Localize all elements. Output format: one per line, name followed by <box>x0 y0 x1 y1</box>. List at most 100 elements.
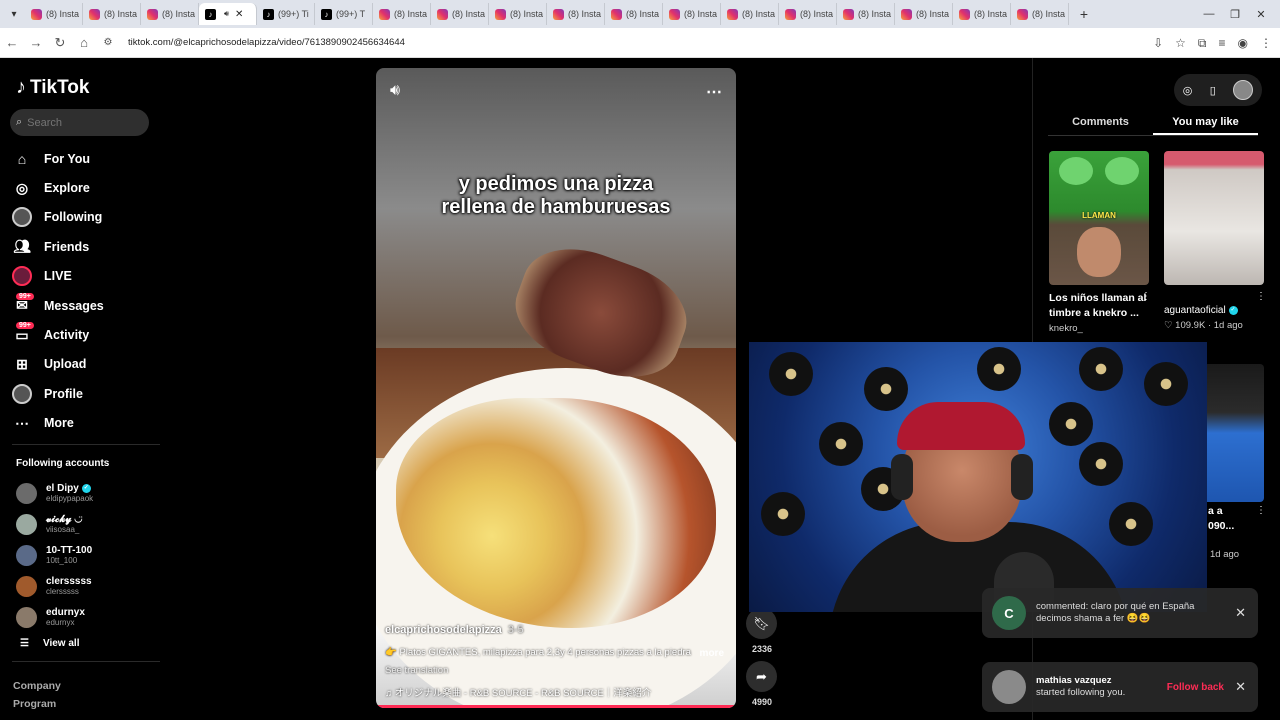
sidebar-item-messages[interactable]: ✉ 99+ Messages <box>12 291 162 320</box>
footer-link-program[interactable]: Program <box>13 698 56 710</box>
browser-tab[interactable]: (8) Insta <box>83 3 141 25</box>
follow-back-button[interactable]: Follow back <box>1167 682 1224 693</box>
card-more-icon[interactable]: ⋮ <box>1141 291 1151 302</box>
following-account-item[interactable]: 10-TT-100 10tt_100 <box>16 540 156 571</box>
browser-tab[interactable]: (8) Insta <box>25 3 83 25</box>
following-account-item[interactable]: 𝓿𝓲𝓬𝓴𝔂 ◡̈ viisosaa_ <box>16 509 156 540</box>
account-handle: edurnyx <box>46 618 75 627</box>
url-field[interactable]: tiktok.com/@elcaprichosodelapizza/video/… <box>128 37 405 48</box>
install-app-icon[interactable]: ⇩ <box>1153 36 1163 50</box>
restore-button[interactable]: ❐ <box>1222 8 1248 21</box>
card-author[interactable]: aguantaoficial ✓ <box>1164 305 1238 316</box>
volume-icon[interactable]: 🔊︎ <box>390 82 400 100</box>
device-icon[interactable]: ▯ <box>1210 84 1216 97</box>
explore-icon[interactable]: ◎ <box>1183 84 1193 97</box>
card-title-line-1[interactable]: Los niños llaman al <box>1049 291 1146 306</box>
bookmark-action[interactable]: 🔖︎ 2336 <box>746 608 778 654</box>
browser-tab[interactable]: (8) Insta <box>837 3 895 25</box>
browser-tab[interactable]: (8) Insta <box>721 3 779 25</box>
comment-notification[interactable]: C commented: claro por qué en España dec… <box>982 588 1258 638</box>
user-avatar[interactable] <box>1233 80 1254 100</box>
sidebar-item-following[interactable]: Following <box>12 203 162 232</box>
site-info-icon[interactable]: ⚙ <box>96 37 120 48</box>
following-account-item[interactable]: clersssss clersssss <box>16 571 156 602</box>
tab-comments[interactable]: Comments <box>1048 112 1153 135</box>
video-progress-bar[interactable] <box>376 705 736 708</box>
tab-search-dropdown[interactable]: ▾ <box>3 3 25 25</box>
browser-tab[interactable]: (8) Insta <box>547 3 605 25</box>
browser-tab[interactable]: (8) Insta <box>953 3 1011 25</box>
instagram-favicon-icon <box>611 8 622 20</box>
new-tab-button[interactable]: + <box>1073 6 1095 22</box>
tab-list-icon[interactable]: ≡ <box>1219 36 1226 50</box>
browser-tab[interactable]: (8) Insta <box>605 3 663 25</box>
tab-label: (8) Insta <box>800 9 834 19</box>
music-link[interactable]: ♫ オリジナル楽曲 - R&B SOURCE - R&B SOURCE｜洋楽紹介 <box>385 685 651 699</box>
browser-tab[interactable]: ♪ (99+) Ti <box>257 3 315 25</box>
card-title-partial[interactable]: 090... <box>1208 519 1234 534</box>
browser-tab[interactable]: (8) Insta <box>779 3 837 25</box>
see-translation-link[interactable]: See translation <box>385 665 448 676</box>
follow-notification[interactable]: mathias vazquez started following you. F… <box>982 662 1258 712</box>
bookmark-star-icon[interactable]: ☆ <box>1175 36 1186 50</box>
share-icon[interactable]: ➦ <box>746 661 777 692</box>
close-window-button[interactable]: ✕ <box>1248 8 1274 21</box>
close-notification-icon[interactable]: ✕ <box>1235 679 1246 695</box>
sidebar-item-more[interactable]: ⋯ More <box>12 409 162 438</box>
sidebar-item-profile[interactable]: Profile <box>12 379 162 408</box>
view-all-button[interactable]: ☰ View all <box>20 638 79 649</box>
search-input[interactable] <box>27 116 133 129</box>
footer-link-company[interactable]: Company <box>13 680 61 692</box>
search-box[interactable]: ⌕ <box>10 109 149 136</box>
card-more-icon[interactable]: ⋮ <box>1256 505 1266 516</box>
notification-badge: 99+ <box>16 322 34 330</box>
extensions-icon[interactable]: ⧉ <box>1198 36 1207 51</box>
browser-tab[interactable]: (8) Insta <box>1011 3 1069 25</box>
back-button[interactable]: ← <box>0 35 24 50</box>
verified-icon: ✓ <box>81 483 91 493</box>
reload-button[interactable]: ↻ <box>48 35 72 51</box>
browser-tab[interactable]: (8) Insta <box>895 3 953 25</box>
tab-you-may-like[interactable]: You may like <box>1153 112 1258 135</box>
card-title-line-2[interactable]: timbre a knekro ... <box>1049 306 1139 321</box>
sidebar-item-activity[interactable]: ▭ 99+ Activity <box>12 320 162 349</box>
browser-tab[interactable]: (8) Insta <box>431 3 489 25</box>
sidebar-item-friends[interactable]: 👥︎ Friends <box>12 232 162 261</box>
suggested-video-thumbnail[interactable]: LLAMAN <box>1049 151 1149 285</box>
video-player[interactable]: 🔊︎ ⋯ y pedimos una pizza rellena de hamb… <box>376 68 736 708</box>
tiktok-logo[interactable]: ♪ TikTok <box>16 76 89 99</box>
video-author[interactable]: elcaprichosodelapizza 3-5 <box>385 624 524 636</box>
home-button[interactable]: ⌂ <box>72 35 96 50</box>
forward-button[interactable]: → <box>24 35 48 50</box>
browser-tab[interactable]: ♪ 🔊︎ ✕ <box>199 3 257 25</box>
following-account-item[interactable]: el Dipy ✓ eldipypapaok <box>16 478 156 509</box>
card-title-partial[interactable]: a a <box>1208 504 1223 519</box>
account-text: el Dipy ✓ eldipypapaok <box>46 483 93 504</box>
author-name: elcaprichosodelapizza <box>385 624 502 636</box>
more-options-icon[interactable]: ⋯ <box>706 82 722 102</box>
sidebar-item-explore[interactable]: ◎ Explore <box>12 173 162 202</box>
browser-tab[interactable]: (8) Insta <box>663 3 721 25</box>
tab-label: (8) Insta <box>742 9 776 19</box>
card-author[interactable]: knekro_ <box>1049 323 1083 334</box>
browser-tab[interactable]: (8) Insta <box>489 3 547 25</box>
browser-tab[interactable]: (8) Insta <box>141 3 199 25</box>
sidebar-item-upload[interactable]: ⊞ Upload <box>12 350 162 379</box>
card-more-icon[interactable]: ⋮ <box>1256 291 1266 302</box>
sidebar-item-for-you[interactable]: ⌂ For You <box>12 144 162 173</box>
more-link[interactable]: more <box>700 648 724 659</box>
sidebar-item-live[interactable]: LIVE <box>12 262 162 291</box>
suggested-video-thumbnail[interactable] <box>1164 151 1264 285</box>
browser-tab[interactable]: ♪ (99+) T <box>315 3 373 25</box>
profile-avatar[interactable]: ◉ <box>1238 36 1248 50</box>
sidebar-item-label: Messages <box>44 298 104 313</box>
close-tab-icon[interactable]: ✕ <box>235 9 243 20</box>
close-notification-icon[interactable]: ✕ <box>1235 605 1246 621</box>
share-action[interactable]: ➦ 4990 <box>746 661 778 707</box>
following-account-item[interactable]: edurnyx edurnyx <box>16 602 156 633</box>
browser-tab[interactable]: (8) Insta <box>373 3 431 25</box>
bookmark-icon[interactable]: 🔖︎ <box>746 608 777 639</box>
minimize-button[interactable]: — <box>1196 8 1222 20</box>
browser-menu-icon[interactable]: ⋮ <box>1260 36 1272 50</box>
tab-audio-icon[interactable]: 🔊︎ <box>224 9 229 19</box>
